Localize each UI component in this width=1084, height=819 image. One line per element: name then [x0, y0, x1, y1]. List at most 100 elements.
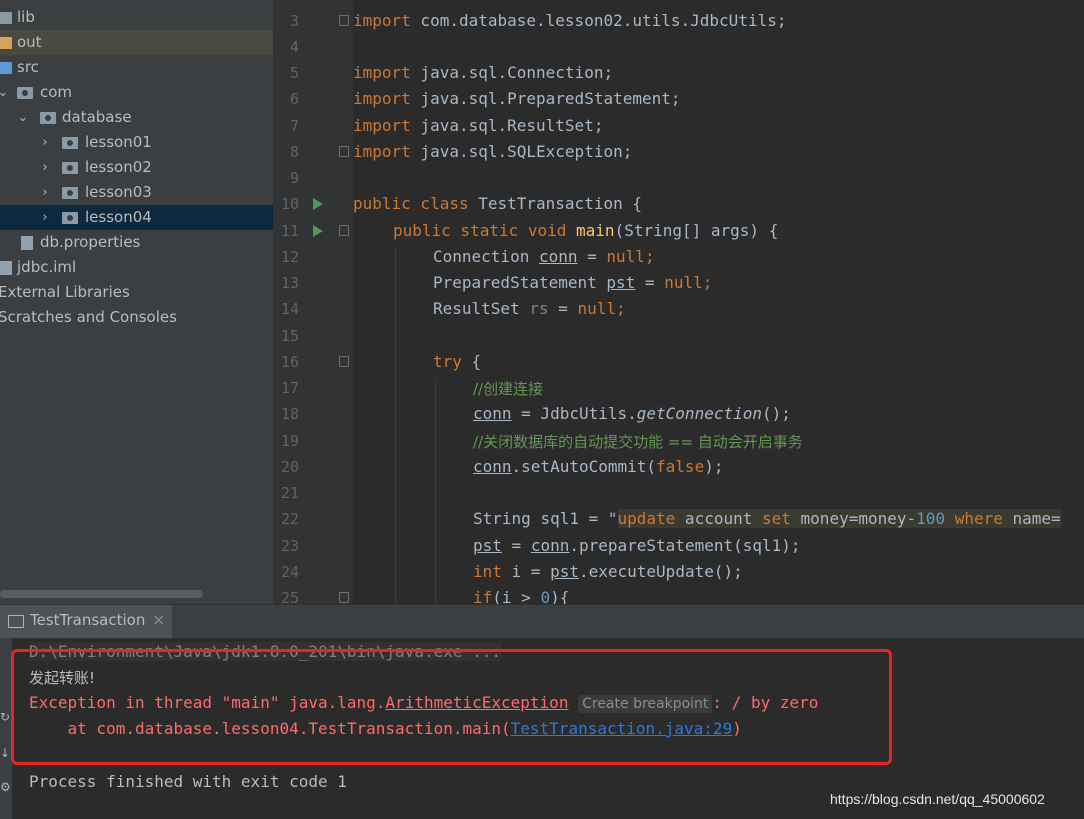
- tree-item-out[interactable]: out: [0, 30, 273, 55]
- line-number: 13: [280, 274, 299, 292]
- run-tab-testtransaction[interactable]: TestTransaction ×: [0, 605, 172, 638]
- code-token: where: [954, 509, 1003, 528]
- line-number: 22: [280, 510, 299, 528]
- run-tab-label: TestTransaction: [30, 611, 146, 629]
- code-token: =: [548, 299, 578, 318]
- code-token: =: [635, 273, 665, 292]
- code-token: import: [353, 11, 411, 30]
- run-gutter-icon[interactable]: [313, 198, 323, 210]
- code-line: //创建连接: [473, 378, 543, 399]
- code-token: public static void: [393, 221, 567, 240]
- fold-marker-icon[interactable]: [339, 15, 349, 26]
- code-token: try: [433, 352, 462, 371]
- code-line: //关闭数据库的自动提交功能 == 自动会开启事务: [473, 431, 803, 452]
- chevron-right-icon[interactable]: ›: [38, 205, 52, 230]
- code-token: java.sql.SQLException;: [410, 142, 633, 161]
- code-token: name=: [1002, 509, 1061, 528]
- code-line: ResultSet rs = null;: [433, 299, 626, 318]
- exception-class-link[interactable]: ArithmeticException: [385, 693, 568, 712]
- code-token: conn: [538, 247, 578, 266]
- exception-suffix: : / by zero: [712, 693, 819, 712]
- properties-file-icon: [21, 236, 33, 250]
- create-breakpoint-button[interactable]: Create breakpoint: [578, 695, 713, 713]
- code-line: import java.sql.Connection;: [353, 63, 613, 82]
- tree-item-src[interactable]: src: [0, 55, 273, 80]
- fold-marker-icon[interactable]: [339, 225, 349, 236]
- code-line: int i = pst.executeUpdate();: [473, 562, 743, 581]
- code-line: pst = conn.prepareStatement(sql1);: [473, 536, 801, 555]
- line-number: 24: [280, 563, 299, 581]
- indent-guide: [395, 248, 396, 604]
- run-toolbar: ↻ ↓ ⚙: [0, 638, 12, 819]
- package-icon: [62, 162, 78, 174]
- code-token: account: [675, 509, 762, 528]
- line-number: 3: [289, 12, 299, 30]
- tree-item-jdbc-iml[interactable]: jdbc.iml: [0, 255, 273, 280]
- project-tree-panel: lib out src ⌄ com ⌄ database › lesson01 …: [0, 0, 273, 604]
- tree-item-external-libraries[interactable]: External Libraries: [0, 280, 273, 305]
- chevron-down-icon[interactable]: ⌄: [16, 105, 30, 130]
- code-token: 0: [540, 588, 551, 604]
- code-token: money=money-: [790, 509, 917, 528]
- code-line: if(i > 0){: [473, 588, 569, 604]
- code-line: public static void main(String[] args) {: [393, 221, 778, 240]
- tree-item-lesson02[interactable]: › lesson02: [0, 155, 273, 180]
- code-token: java.sql.Connection;: [410, 63, 614, 82]
- code-token: .prepareStatement(sql1);: [569, 536, 801, 555]
- fold-marker-icon[interactable]: [339, 146, 349, 157]
- console-command-line: D:\Environment\Java\jdk1.8.0_201\bin\jav…: [29, 642, 502, 661]
- code-token: false: [656, 457, 705, 476]
- line-number: 5: [289, 64, 299, 82]
- tree-item-lesson04[interactable]: › lesson04: [0, 205, 273, 230]
- code-token: {: [461, 352, 482, 371]
- indent-guide: [435, 378, 436, 604]
- line-number: 21: [280, 484, 299, 502]
- code-token: (i >: [492, 588, 541, 604]
- horizontal-scrollbar[interactable]: [0, 590, 203, 598]
- code-token: conn: [530, 536, 570, 555]
- code-comment: //创建连接: [473, 380, 544, 398]
- code-token: 100: [916, 509, 946, 528]
- code-token: ();: [762, 404, 791, 423]
- chevron-right-icon[interactable]: ›: [38, 130, 52, 155]
- chevron-down-icon[interactable]: ⌄: [0, 80, 10, 105]
- code-token: (String[] args) {: [614, 221, 779, 240]
- watermark: https://blog.csdn.net/qq_45000602: [830, 791, 1045, 807]
- chevron-right-icon[interactable]: ›: [38, 180, 52, 205]
- tree-item-lib[interactable]: lib: [0, 5, 273, 30]
- code-token: ;: [702, 273, 713, 292]
- code-line: import java.sql.ResultSet;: [353, 116, 603, 135]
- tree-item-database[interactable]: ⌄ database: [0, 105, 273, 130]
- code-token: ResultSet: [433, 299, 530, 318]
- code-token: PreparedStatement: [433, 273, 607, 292]
- fold-marker-icon[interactable]: [339, 592, 349, 603]
- stack-prefix: at com.database.lesson04.TestTransaction…: [29, 719, 511, 738]
- code-line: String sql1 = "update account set money=…: [473, 509, 1061, 528]
- line-number: 17: [280, 379, 299, 397]
- line-number: 4: [289, 38, 299, 56]
- tree-item-db-properties[interactable]: db.properties: [0, 230, 273, 255]
- console-stacktrace-line: at com.database.lesson04.TestTransaction…: [29, 719, 742, 738]
- code-token: pst: [550, 562, 579, 581]
- code-comment: //关闭数据库的自动提交功能 == 自动会开启事务: [473, 433, 803, 451]
- rerun-icon[interactable]: ↻: [0, 710, 10, 724]
- code-token: import: [353, 142, 411, 161]
- tree-item-lesson03[interactable]: › lesson03: [0, 180, 273, 205]
- close-icon[interactable]: ×: [152, 610, 165, 629]
- tree-item-lesson01[interactable]: › lesson01: [0, 130, 273, 155]
- fold-marker-icon[interactable]: [339, 356, 349, 367]
- code-token: pst: [606, 273, 636, 292]
- scroll-end-icon[interactable]: ↓: [0, 746, 10, 760]
- code-token: String sql1 = ": [473, 509, 618, 528]
- console-exception-line: Exception in thread "main" java.lang.Ari…: [29, 693, 819, 713]
- settings-icon[interactable]: ⚙: [0, 780, 11, 794]
- sql-string-highlight: update account set money=money-100 where…: [617, 509, 1061, 528]
- source-location-link[interactable]: TestTransaction.java:29: [511, 719, 733, 738]
- line-number: 20: [280, 458, 299, 476]
- code-line: import java.sql.PreparedStatement;: [353, 89, 681, 108]
- code-token: public class: [353, 194, 469, 213]
- run-gutter-icon[interactable]: [313, 225, 323, 237]
- tree-item-scratches[interactable]: Scratches and Consoles: [0, 305, 273, 330]
- chevron-right-icon[interactable]: ›: [38, 155, 52, 180]
- tree-item-com[interactable]: ⌄ com: [0, 80, 273, 105]
